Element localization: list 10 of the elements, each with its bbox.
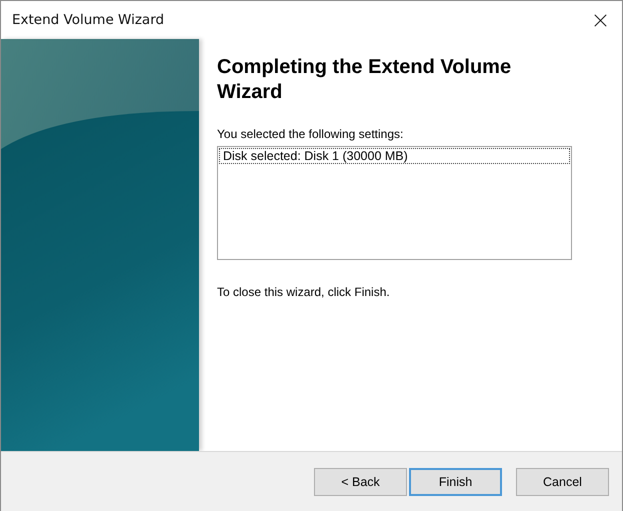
- window-title: Extend Volume Wizard: [12, 12, 164, 28]
- wizard-button[interactable]: < Back: [314, 468, 407, 496]
- closing-note: To close this wizard, click Finish.: [217, 285, 391, 299]
- settings-label: You selected the following settings:: [217, 127, 404, 141]
- close-icon[interactable]: [594, 14, 607, 26]
- wizard-heading: Completing the Extend Volume Wizard: [217, 55, 512, 105]
- settings-listbox[interactable]: Disk selected: Disk 1 (30000 MB): [217, 146, 572, 260]
- wizard-button[interactable]: Cancel: [516, 468, 609, 496]
- wizard-button[interactable]: Finish: [409, 468, 502, 496]
- settings-item[interactable]: Disk selected: Disk 1 (30000 MB): [219, 148, 570, 164]
